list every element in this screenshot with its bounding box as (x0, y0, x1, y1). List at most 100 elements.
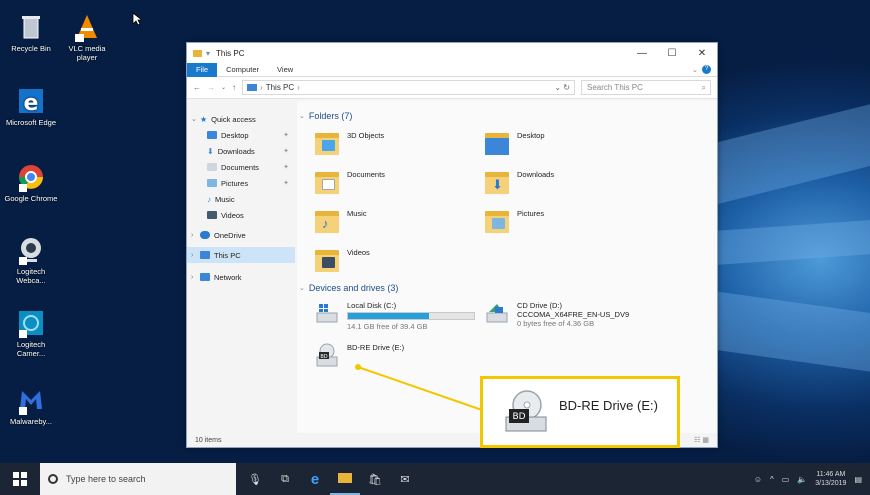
tab-view[interactable]: View (268, 63, 302, 77)
malwarebytes-icon (16, 385, 46, 415)
folder-downloads[interactable]: ⬇ Downloads (485, 170, 554, 196)
desktop-icon-edge[interactable]: e Microsoft Edge (2, 86, 60, 127)
chevron-right-icon: › (191, 231, 194, 239)
folder-pictures[interactable]: Pictures (485, 209, 544, 235)
desktop-icon-malwarebytes[interactable]: Malwareby... (2, 385, 60, 426)
folder-3d-objects[interactable]: 3D Objects (315, 131, 384, 157)
maximize-button[interactable]: ☐ (657, 48, 687, 59)
pictures-folder-icon (485, 209, 511, 235)
drive-bd-re-e[interactable]: BD BD-RE Drive (E:) (315, 343, 404, 369)
windows-logo-icon (13, 472, 27, 486)
bd-badge-text: BD (320, 354, 327, 360)
pin-icon: ✦ (283, 148, 289, 155)
folders-group-header[interactable]: ⌄ Folders (7) (297, 111, 352, 121)
chevron-down-icon: ⌄ (299, 113, 305, 120)
tab-file[interactable]: File (187, 62, 218, 77)
search-icon: ⌕ (701, 82, 706, 92)
quick-access-toolbar-icon[interactable]: ▾ (206, 49, 210, 58)
drive-local-disk-c[interactable]: Local Disk (C:) 14.1 GB free of 39.4 GB (315, 301, 475, 331)
drive-cd-d[interactable]: CD Drive (D:) CCCOMA_X64FRE_EN-US_DV9 0 … (485, 301, 629, 328)
folder-documents[interactable]: Documents (315, 170, 385, 196)
forward-arrow-icon[interactable]: → (207, 83, 215, 92)
title-bar: ▾ This PC — ☐ ✕ (187, 43, 717, 63)
taskbar-mail-icon[interactable]: ✉ (390, 463, 420, 495)
microphone-icon[interactable]: 🎙 (240, 463, 270, 495)
up-arrow-icon[interactable]: ↑ (232, 83, 236, 92)
notifications-icon[interactable]: ▤ (854, 475, 862, 484)
start-button[interactable] (0, 463, 40, 495)
volume-icon[interactable]: 🔈 (797, 475, 807, 484)
pin-icon: ✦ (283, 164, 289, 171)
desktop-icon (207, 131, 217, 139)
desktop-icon-recycle-bin[interactable]: Recycle Bin (2, 12, 60, 53)
nav-music[interactable]: ♪ Music (187, 191, 295, 207)
chevron-right-icon: › (191, 251, 194, 259)
nav-this-pc[interactable]: › This PC (187, 247, 295, 263)
minimize-button[interactable]: — (627, 48, 657, 59)
address-bar[interactable]: › This PC › ⌄ ↻ (242, 80, 575, 95)
bd-drive-large-icon: BD (505, 390, 547, 432)
edge-icon: e (16, 86, 46, 116)
taskbar-edge-icon[interactable]: e (300, 463, 330, 495)
3d-objects-icon (315, 131, 341, 157)
folder-videos[interactable]: Videos (315, 248, 370, 274)
taskbar-search-box[interactable]: Type here to search (40, 463, 236, 495)
item-count: 10 items (195, 436, 222, 444)
recent-locations-icon[interactable]: ⌄ (221, 84, 226, 91)
videos-folder-icon (315, 248, 341, 274)
desktop-icon-vlc[interactable]: VLC media player (58, 12, 116, 62)
people-icon[interactable]: ☺ (754, 475, 762, 484)
breadcrumb-expand-icon[interactable]: › (297, 83, 300, 92)
recycle-bin-icon (16, 12, 46, 42)
music-folder-icon: ♪ (315, 209, 341, 235)
chrome-icon (16, 162, 46, 192)
desktop-icon-chrome[interactable]: Google Chrome (2, 162, 60, 203)
pin-icon: ✦ (283, 180, 289, 187)
nav-documents[interactable]: Documents ✦ (187, 159, 295, 175)
clock[interactable]: 11:46 AM 3/13/2019 (815, 470, 846, 488)
cd-drive-icon (486, 304, 508, 323)
search-input[interactable]: Search This PC ⌕ (581, 80, 711, 95)
nav-pictures[interactable]: Pictures ✦ (187, 175, 295, 191)
folder-icon (193, 49, 202, 57)
network-tray-icon[interactable]: ▭ (782, 475, 790, 484)
nav-onedrive[interactable]: › OneDrive (187, 227, 295, 243)
view-toggle-icon[interactable]: ☷ ▦ (694, 436, 709, 444)
bd-drive-icon: BD (316, 343, 338, 367)
this-pc-icon (200, 251, 210, 259)
windows-drive-icon (316, 304, 338, 323)
close-button[interactable]: ✕ (687, 48, 717, 59)
nav-videos[interactable]: Videos (187, 207, 295, 223)
refresh-icon[interactable]: ⌄ ↻ (554, 83, 574, 92)
desktop-icon-logitech-webcam[interactable]: Logitech Webca... (2, 235, 60, 285)
nav-downloads[interactable]: ⬇ Downloads ✦ (187, 143, 295, 159)
video-icon (207, 211, 217, 219)
expand-ribbon-icon[interactable]: ⌄ (692, 65, 698, 74)
back-arrow-icon[interactable]: ← (193, 83, 201, 92)
cloud-icon (200, 231, 210, 239)
show-hidden-icons-icon[interactable]: ^ (770, 475, 774, 484)
taskbar-file-explorer-icon[interactable] (330, 463, 360, 495)
ribbon-tabs: File Computer View ⌄ ? (187, 62, 717, 77)
breadcrumb-this-pc[interactable]: This PC (266, 83, 294, 92)
window-title: This PC (216, 48, 245, 58)
drives-group-header[interactable]: ⌄ Devices and drives (3) (297, 283, 398, 293)
taskbar-store-icon[interactable]: 🛍 (360, 463, 390, 495)
chevron-right-icon: › (191, 273, 194, 281)
downloads-folder-icon: ⬇ (485, 170, 511, 196)
webcam-icon (16, 235, 46, 265)
documents-folder-icon (315, 170, 341, 196)
help-icon[interactable]: ? (702, 65, 711, 74)
nav-desktop[interactable]: Desktop ✦ (187, 127, 295, 143)
folder-music[interactable]: ♪ Music (315, 209, 367, 235)
desktop-icon-logitech-camera[interactable]: Logitech Camer... (2, 308, 60, 358)
nav-network[interactable]: › Network (187, 269, 295, 285)
address-toolbar: ← → ⌄ ↑ › This PC › ⌄ ↻ Search This PC ⌕ (187, 77, 717, 99)
chevron-down-icon: ⌄ (299, 285, 305, 292)
tab-computer[interactable]: Computer (217, 63, 268, 77)
task-view-icon[interactable]: ⧉ (270, 463, 300, 495)
nav-quick-access[interactable]: ⌄ ★ Quick access (187, 111, 295, 127)
vlc-icon (72, 12, 102, 42)
music-icon: ♪ (207, 194, 211, 204)
folder-desktop[interactable]: Desktop (485, 131, 545, 157)
